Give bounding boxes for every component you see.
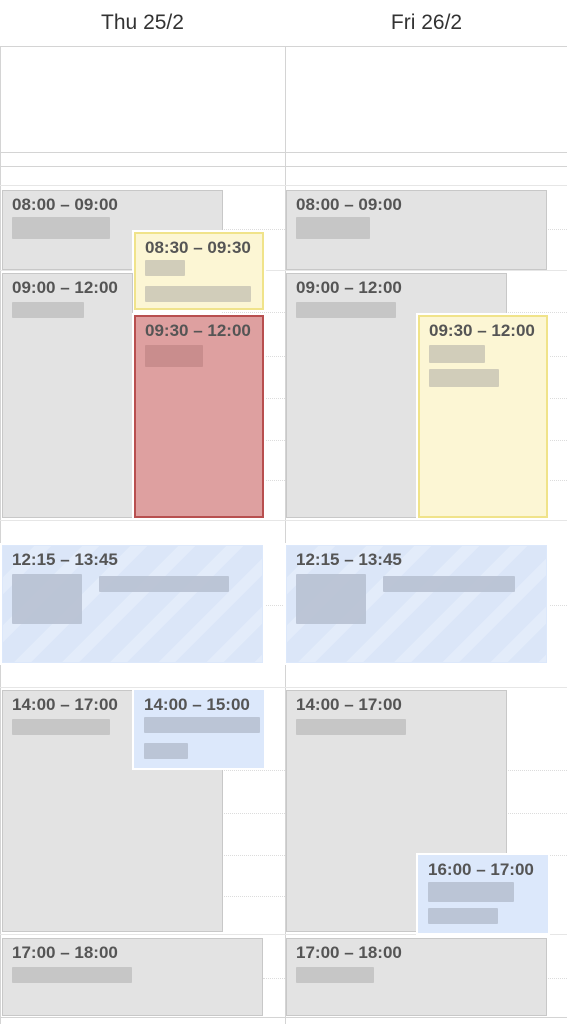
event-time: 09:00 – 12:00	[296, 278, 402, 297]
event-time: 16:00 – 17:00	[428, 860, 534, 879]
redacted-event-location	[383, 576, 515, 592]
redacted-event-title	[145, 345, 203, 367]
half-hour-line	[548, 480, 567, 481]
half-hour-line	[222, 229, 285, 230]
hour-line	[0, 520, 567, 521]
redacted-event-title	[296, 719, 406, 735]
all-day-divider	[0, 152, 567, 153]
calendar-event[interactable]: 14:00 – 15:00	[132, 688, 266, 770]
hour-line	[0, 185, 567, 186]
redacted-event-title	[429, 345, 485, 363]
half-hour-line	[548, 440, 567, 441]
half-hour-line	[222, 855, 285, 856]
timeline-bottom-divider	[0, 1017, 567, 1018]
event-time: 14:00 – 17:00	[12, 695, 118, 714]
calendar-event[interactable]: 09:00 – 12:00	[2, 273, 133, 518]
event-time: 14:00 – 15:00	[144, 695, 250, 714]
redacted-event-title	[296, 967, 374, 983]
redacted-event-title	[145, 260, 185, 276]
half-hour-line	[222, 896, 285, 897]
calendar-event[interactable]: 09:30 – 12:00	[132, 313, 266, 520]
event-time: 17:00 – 18:00	[12, 943, 118, 962]
calendar-event[interactable]: 08:30 – 09:30	[132, 230, 266, 312]
half-hour-line	[548, 978, 567, 979]
half-hour-line	[263, 605, 285, 606]
all-day-cell-fri[interactable]	[286, 47, 567, 152]
hour-line	[0, 270, 567, 271]
redacted-event-title	[296, 302, 396, 318]
calendar-event[interactable]: 09:30 – 12:00	[416, 313, 550, 520]
event-time: 14:00 – 17:00	[296, 695, 402, 714]
hour-line	[0, 934, 567, 935]
redacted-event-title	[296, 217, 370, 239]
redacted-event-title	[296, 574, 366, 624]
calendar-event[interactable]: 16:00 – 17:00	[416, 853, 550, 935]
redacted-event-location	[99, 576, 229, 592]
half-hour-line	[505, 813, 567, 814]
redacted-event-title	[12, 574, 82, 624]
event-time: 08:00 – 09:00	[296, 195, 402, 214]
event-time: 09:30 – 12:00	[429, 321, 535, 340]
half-hour-line	[222, 813, 285, 814]
timeline-top-divider	[0, 166, 567, 167]
event-time: 09:30 – 12:00	[145, 321, 251, 340]
calendar-event[interactable]: 12:15 – 13:45	[0, 543, 265, 665]
half-hour-line	[222, 770, 285, 771]
redacted-event-title	[12, 302, 84, 318]
event-time: 09:00 – 12:00	[12, 278, 118, 297]
half-hour-line	[505, 770, 567, 771]
grid-left-border	[0, 46, 1, 1024]
calendar-event[interactable]: 17:00 – 18:00	[286, 938, 547, 1016]
all-day-cell-thu[interactable]	[1, 47, 285, 152]
redacted-event-title	[12, 967, 132, 983]
redacted-event-location	[145, 286, 251, 302]
event-time: 12:15 – 13:45	[12, 550, 118, 569]
redacted-event-location	[428, 908, 498, 924]
event-time: 12:15 – 13:45	[296, 550, 402, 569]
hour-line	[0, 687, 567, 688]
day-header-thu[interactable]: Thu 25/2	[0, 0, 285, 46]
redacted-event-title	[428, 882, 514, 902]
redacted-event-location	[144, 743, 188, 759]
event-time: 17:00 – 18:00	[296, 943, 402, 962]
calendar-event[interactable]: 08:00 – 09:00	[286, 190, 547, 270]
half-hour-line	[222, 312, 285, 313]
event-time: 08:00 – 09:00	[12, 195, 118, 214]
half-hour-line	[263, 978, 285, 979]
redacted-event-title	[144, 717, 260, 733]
half-hour-line	[548, 398, 567, 399]
redacted-event-title	[12, 217, 110, 239]
calendar-event[interactable]: 12:15 – 13:45	[284, 543, 549, 665]
event-time: 08:30 – 09:30	[145, 238, 251, 257]
calendar-event[interactable]: 17:00 – 18:00	[2, 938, 263, 1016]
half-hour-line	[548, 605, 567, 606]
day-header-fri[interactable]: Fri 26/2	[286, 0, 567, 46]
redacted-event-title	[12, 719, 110, 735]
half-hour-line	[548, 356, 567, 357]
redacted-event-location	[429, 369, 499, 387]
half-hour-line	[505, 312, 567, 313]
